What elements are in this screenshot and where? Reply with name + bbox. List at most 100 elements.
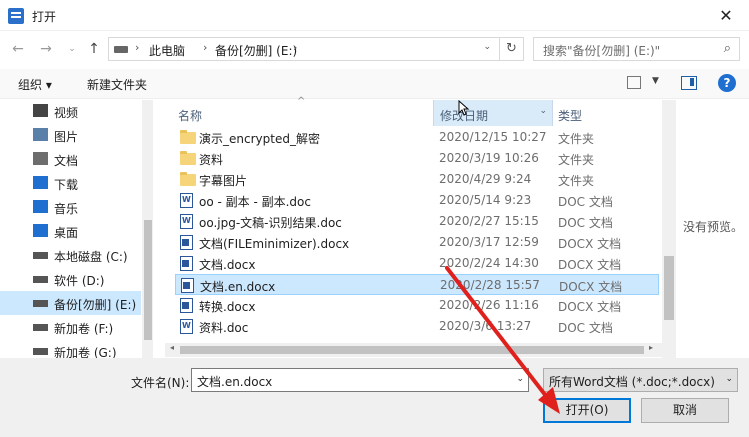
file-name: 转换.docx xyxy=(199,300,256,314)
sidebar-item[interactable]: 音乐 xyxy=(0,195,141,219)
dialog-icon xyxy=(8,8,24,24)
drive-icon xyxy=(33,276,48,283)
preview-pane-button[interactable] xyxy=(681,76,697,90)
view-options-icon[interactable] xyxy=(627,76,641,89)
address-dropdown-icon[interactable]: ⌄ xyxy=(483,42,491,52)
file-list-horizontal-scroll-thumb[interactable] xyxy=(180,346,644,354)
sidebar-item-label: 文档 xyxy=(54,154,79,168)
file-type: DOCX 文档 xyxy=(559,280,623,294)
filename-history-dropdown-icon[interactable]: ⌄ xyxy=(516,374,524,384)
recent-locations-button[interactable]: ⌄ xyxy=(62,40,82,58)
organize-button[interactable]: 组织 ▾ xyxy=(18,76,52,93)
drive-icon xyxy=(33,300,48,307)
scroll-left-icon[interactable]: ◂ xyxy=(170,343,174,352)
word-document-icon xyxy=(180,319,193,334)
sidebar-item[interactable]: 桌面 xyxy=(0,219,141,243)
file-row[interactable]: 字幕图片 2020/4/29 9:24 文件夹 xyxy=(175,169,659,190)
file-name: 字幕图片 xyxy=(199,174,248,188)
drive-icon xyxy=(33,348,48,355)
sidebar-item-label: 图片 xyxy=(54,130,79,144)
dialog-title: 打开 xyxy=(32,10,57,24)
file-type: DOC 文档 xyxy=(558,321,613,335)
file-name: oo - 副本 - 副本.doc xyxy=(199,195,311,209)
picture-icon xyxy=(33,128,48,141)
file-modified-date: 2020/2/28 15:57 xyxy=(440,278,540,292)
column-header-date[interactable]: 修改日期 ⌄ xyxy=(433,100,553,126)
file-row[interactable]: oo - 副本 - 副本.doc 2020/5/14 9:23 DOC 文档 xyxy=(175,190,659,211)
file-name: 文档.docx xyxy=(199,258,256,272)
column-header-type[interactable]: 类型 xyxy=(558,107,582,124)
search-icon[interactable]: ⌕ xyxy=(724,41,731,56)
filename-value[interactable]: 文档.en.docx xyxy=(197,373,272,390)
file-type-filter-select[interactable]: 所有Word文档 (*.doc;*.docx) ⌄ xyxy=(543,368,738,392)
view-dropdown-icon[interactable]: ▼ xyxy=(652,76,659,86)
back-button[interactable]: ← xyxy=(8,40,28,58)
column-filter-dropdown-icon[interactable]: ⌄ xyxy=(539,106,547,116)
sidebar-item[interactable]: 备份[勿删] (E:) xyxy=(0,291,141,315)
file-row[interactable]: 演示_encrypted_解密 2020/12/15 10:27 文件夹 xyxy=(175,127,659,148)
sidebar-item[interactable]: 软件 (D:) xyxy=(0,267,141,291)
sidebar-item[interactable]: 下载 xyxy=(0,171,141,195)
file-modified-date: 2020/2/27 15:15 xyxy=(439,214,539,228)
forward-button[interactable]: → xyxy=(36,40,56,58)
sidebar-item[interactable]: 新加卷 (G:) xyxy=(0,339,141,358)
file-type: DOC 文档 xyxy=(558,216,613,230)
breadcrumb-separator[interactable]: › xyxy=(135,41,139,54)
file-row[interactable]: 文档.en.docx 2020/2/28 15:57 DOCX 文档 xyxy=(175,274,659,295)
file-modified-date: 2020/3/17 12:59 xyxy=(439,235,539,249)
music-icon xyxy=(33,200,48,213)
new-folder-button[interactable]: 新建文件夹 xyxy=(87,76,147,93)
sidebar-item-label: 视频 xyxy=(54,106,79,120)
sidebar-item[interactable]: 文档 xyxy=(0,147,141,171)
breadcrumb-drive-e[interactable]: 备份[勿删] (E:) xyxy=(215,42,297,59)
scroll-right-icon[interactable]: ▸ xyxy=(649,343,653,352)
sort-indicator-icon: ^ xyxy=(297,96,306,107)
file-row[interactable]: 资料 2020/3/19 10:26 文件夹 xyxy=(175,148,659,169)
breadcrumb-separator[interactable]: › xyxy=(293,41,297,54)
file-modified-date: 2020/2/24 14:30 xyxy=(439,256,539,270)
sidebar-item-label: 软件 (D:) xyxy=(54,274,105,288)
address-bar[interactable]: › 此电脑 › 备份[勿删] (E:) › ⌄ ↻ xyxy=(108,37,524,61)
sidebar-scrollbar-thumb[interactable] xyxy=(144,220,152,340)
filename-input[interactable]: 文档.en.docx ⌄ xyxy=(191,368,529,392)
cancel-button[interactable]: 取消 xyxy=(641,398,729,423)
file-modified-date: 2020/12/15 10:27 xyxy=(439,130,547,144)
up-button[interactable]: ↑ xyxy=(84,40,104,58)
breadcrumb-this-pc[interactable]: 此电脑 xyxy=(149,42,185,59)
file-name: oo.jpg-文稿-识别结果.doc xyxy=(199,216,342,230)
drive-icon xyxy=(114,46,128,53)
file-type: 文件夹 xyxy=(558,153,595,167)
search-input[interactable]: 搜索"备份[勿删] (E:)" ⌕ xyxy=(533,37,740,61)
chevron-down-icon[interactable]: ⌄ xyxy=(725,374,733,384)
sidebar-item-label: 本地磁盘 (C:) xyxy=(54,250,128,264)
word-document-icon xyxy=(180,193,193,208)
open-button[interactable]: 打开(O) xyxy=(543,398,631,423)
file-row[interactable]: 文档.docx 2020/2/24 14:30 DOCX 文档 xyxy=(175,253,659,274)
file-name: 文档(FILEminimizer).docx xyxy=(199,237,350,251)
word-document-icon xyxy=(180,298,193,313)
column-header-name[interactable]: 名称 xyxy=(178,107,202,124)
close-button[interactable]: ✕ xyxy=(703,0,749,31)
help-icon[interactable]: ? xyxy=(718,74,736,92)
sidebar-item-label: 下载 xyxy=(54,178,79,192)
filename-label: 文件名(N): xyxy=(131,376,190,390)
folder-icon xyxy=(180,130,196,144)
sidebar-item[interactable]: 视频 xyxy=(0,100,141,123)
word-document-icon xyxy=(181,278,194,293)
sidebar-item[interactable]: 新加卷 (F:) xyxy=(0,315,141,339)
refresh-button[interactable]: ↻ xyxy=(499,38,523,60)
file-row[interactable]: 资料.doc 2020/3/6 13:27 DOC 文档 xyxy=(175,316,659,337)
file-row[interactable]: 文档(FILEminimizer).docx 2020/3/17 12:59 DOC… xyxy=(175,232,659,253)
sidebar-item-label: 新加卷 (F:) xyxy=(54,322,114,336)
file-type: 文件夹 xyxy=(558,174,595,188)
file-row[interactable]: oo.jpg-文稿-识别结果.doc 2020/2/27 15:15 DOC 文档 xyxy=(175,211,659,232)
sidebar-item[interactable]: 本地磁盘 (C:) xyxy=(0,243,141,267)
file-type: DOCX 文档 xyxy=(558,300,622,314)
file-list-vertical-scroll-thumb[interactable] xyxy=(664,256,674,320)
download-icon xyxy=(33,176,48,189)
sidebar-item[interactable]: 图片 xyxy=(0,123,141,147)
document-icon xyxy=(33,152,48,165)
folder-icon xyxy=(180,172,196,186)
file-row[interactable]: 转换.docx 2020/2/26 11:16 DOCX 文档 xyxy=(175,295,659,316)
breadcrumb-separator[interactable]: › xyxy=(203,41,207,54)
